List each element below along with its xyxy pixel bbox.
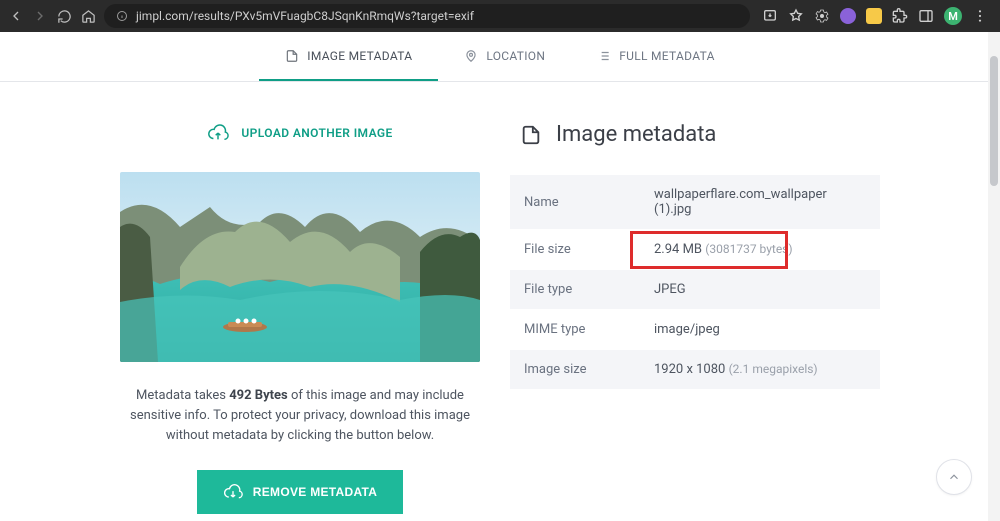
install-icon[interactable] <box>762 8 778 24</box>
upload-another-link[interactable]: UPLOAD ANOTHER IMAGE <box>120 122 480 144</box>
table-row: Name wallpaperflare.com_wallpaper (1).jp… <box>510 175 880 230</box>
meta-key: MIME type <box>510 310 640 350</box>
note-bytes: 492 Bytes <box>229 388 288 403</box>
right-column: Image metadata Name wallpaperflare.com_w… <box>510 122 880 514</box>
image-file-icon <box>285 49 299 63</box>
tab-location[interactable]: LOCATION <box>438 32 571 81</box>
profile-avatar[interactable]: M <box>944 7 962 25</box>
section-title-text: Image metadata <box>556 122 716 147</box>
home-button[interactable] <box>80 8 96 24</box>
left-column: UPLOAD ANOTHER IMAGE <box>120 122 480 514</box>
remove-metadata-label: REMOVE METADATA <box>253 485 378 499</box>
tab-label: FULL METADATA <box>619 49 715 63</box>
chevron-up-icon <box>947 470 961 484</box>
list-icon <box>597 49 611 63</box>
upload-another-label: UPLOAD ANOTHER IMAGE <box>241 126 392 140</box>
table-row: File type JPEG <box>510 270 880 310</box>
url-text: jimpl.com/results/PXv5mVFuagbC8JSqnKnRmq… <box>136 9 474 23</box>
kebab-menu-icon[interactable] <box>972 8 988 24</box>
meta-value: wallpaperflare.com_wallpaper (1).jpg <box>640 175 880 230</box>
section-title: Image metadata <box>510 122 880 147</box>
tab-full-metadata[interactable]: FULL METADATA <box>571 32 741 81</box>
tab-label: IMAGE METADATA <box>307 49 412 63</box>
extensions-puzzle-icon[interactable] <box>892 8 908 24</box>
extension-icon-1[interactable] <box>840 8 856 24</box>
extension-icon-2[interactable] <box>866 8 882 24</box>
metadata-note: Metadata takes 492 Bytes of this image a… <box>120 386 480 446</box>
image-preview <box>120 172 480 362</box>
meta-key: Image size <box>510 350 640 390</box>
table-row: File size 2.94 MB (3081737 bytes) <box>510 230 880 270</box>
page-body: IMAGE METADATA LOCATION FULL METADATA UP… <box>0 32 1000 521</box>
location-pin-icon <box>464 49 478 63</box>
metadata-table: Name wallpaperflare.com_wallpaper (1).jp… <box>510 175 880 390</box>
table-row: Image size 1920 x 1080 (2.1 megapixels) <box>510 350 880 390</box>
forward-button[interactable] <box>32 8 48 24</box>
remove-metadata-button[interactable]: REMOVE METADATA <box>197 470 404 514</box>
main-content: UPLOAD ANOTHER IMAGE <box>0 82 1000 521</box>
scrollbar[interactable] <box>988 32 1000 521</box>
tab-label: LOCATION <box>486 49 545 63</box>
note-prefix: Metadata takes <box>136 388 229 403</box>
meta-value: JPEG <box>640 270 880 310</box>
scrollbar-thumb[interactable] <box>990 56 998 186</box>
meta-key: File type <box>510 270 640 310</box>
meta-key: File size <box>510 230 640 270</box>
bookmark-star-icon[interactable] <box>788 8 804 24</box>
meta-value: 2.94 MB (3081737 bytes) <box>640 230 880 270</box>
meta-key: Name <box>510 175 640 230</box>
toolbar-right: M <box>758 7 992 25</box>
file-icon <box>520 124 542 146</box>
table-row: MIME type image/jpeg <box>510 310 880 350</box>
side-panel-icon[interactable] <box>918 8 934 24</box>
meta-value: 1920 x 1080 (2.1 megapixels) <box>640 350 880 390</box>
site-info-icon <box>116 10 128 22</box>
section-tabs: IMAGE METADATA LOCATION FULL METADATA <box>0 32 1000 82</box>
address-bar[interactable]: jimpl.com/results/PXv5mVFuagbC8JSqnKnRmq… <box>104 4 750 28</box>
cloud-download-icon <box>223 482 243 502</box>
browser-chrome: jimpl.com/results/PXv5mVFuagbC8JSqnKnRmq… <box>0 0 1000 32</box>
tab-image-metadata[interactable]: IMAGE METADATA <box>259 32 438 81</box>
scroll-to-top-button[interactable] <box>936 459 972 495</box>
back-button[interactable] <box>8 8 24 24</box>
meta-value: image/jpeg <box>640 310 880 350</box>
extension-gear-icon[interactable] <box>814 8 830 24</box>
cloud-upload-icon <box>207 122 229 144</box>
reload-button[interactable] <box>56 8 72 24</box>
